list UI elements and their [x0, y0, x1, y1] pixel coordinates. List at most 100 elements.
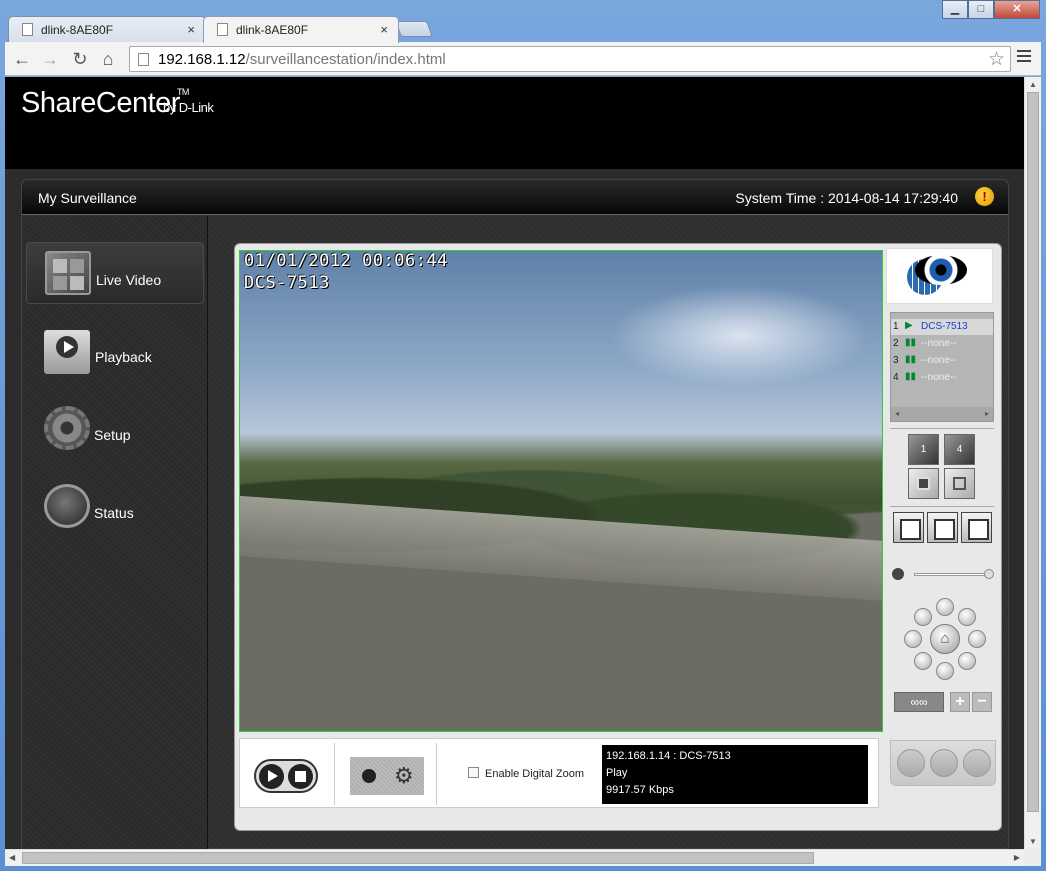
close-window-button[interactable]: ✕ [994, 0, 1040, 19]
ptz-up-button[interactable] [936, 598, 954, 616]
home-button[interactable]: ⌂ [97, 49, 119, 69]
scroll-left-icon[interactable]: ◀ [9, 853, 15, 862]
tab-title: dlink-8AE80F [41, 23, 114, 37]
save-button[interactable] [927, 512, 958, 543]
camera-list: 1 ▶ DCS-7513 2 ▮▮ --none-- 3 ▮▮ --none--… [890, 312, 994, 422]
zoom-in-button[interactable]: + [950, 692, 970, 712]
stream-bitrate: 9917.57 Kbps [606, 784, 674, 796]
page-viewport: ShareCenterTMby D-Link My Surveillance S… [5, 77, 1024, 849]
video-control-bar: ⚙ Enable Digital Zoom 192.168.1.14 : DCS… [239, 738, 879, 808]
url-path: /surveillancestation/index.html [245, 51, 446, 68]
horizontal-scrollbar[interactable]: ◀ ▶ [5, 849, 1024, 866]
fullscreen-button[interactable] [944, 468, 975, 499]
scroll-right-icon[interactable]: ▶ [1014, 853, 1020, 862]
eye-icon [915, 255, 967, 285]
sharecenter-logo: ShareCenterTMby D-Link [21, 87, 214, 119]
fit-icon [917, 477, 930, 490]
record-controls: ⚙ [350, 757, 424, 795]
record-button[interactable] [362, 769, 376, 783]
ptz-down-right-button[interactable] [958, 652, 976, 670]
sidebar-item-playback[interactable]: Playback [26, 320, 204, 382]
sidebar-item-status[interactable]: Status [26, 476, 204, 538]
pause-status-icon: ▮▮ [905, 354, 917, 365]
menu-icon[interactable] [1017, 50, 1031, 65]
layout-quad-button[interactable]: 4 [944, 434, 975, 465]
layout-single-button[interactable]: 1 [908, 434, 939, 465]
vertical-scrollbar[interactable]: ▲ ▼ [1024, 77, 1041, 849]
page-icon [22, 23, 33, 36]
list-item[interactable]: 1 ▶ DCS-7513 [891, 319, 993, 335]
share-button[interactable] [963, 749, 991, 777]
scroll-up-icon[interactable]: ▲ [1029, 80, 1037, 89]
new-tab-button[interactable] [395, 21, 433, 37]
ptz-down-left-button[interactable] [914, 652, 932, 670]
gear-icon [44, 406, 90, 450]
patrol-button[interactable] [897, 749, 925, 777]
playback-buttons [254, 759, 318, 793]
tab-active[interactable]: dlink-8AE80F × [203, 16, 399, 43]
stop-button[interactable] [288, 764, 313, 789]
volume-slider[interactable] [914, 573, 992, 576]
ptz-down-button[interactable] [936, 662, 954, 680]
swap-button[interactable] [961, 512, 992, 543]
page-icon [138, 53, 149, 66]
browser-window: dlink-8AE80F × dlink-8AE80F × ▁ □ ✕ ← → … [0, 0, 1046, 871]
list-item[interactable]: 3 ▮▮ --none-- [891, 353, 993, 369]
ptz-right-button[interactable] [968, 630, 986, 648]
volume-control [892, 568, 994, 582]
ptz-left-button[interactable] [904, 630, 922, 648]
ptz-home-button[interactable]: ⌂ [930, 624, 960, 654]
warning-icon[interactable]: ! [975, 187, 994, 206]
surveillance-panel: My Surveillance System Time : 2014-08-14… [21, 179, 1009, 849]
live-video-content: 01/01/2012 00:06:44 DCS-7513 ⚙ Enable Di… [234, 243, 1002, 831]
back-button[interactable]: ← [11, 49, 33, 69]
system-time: System Time : 2014-08-14 17:29:40 [735, 190, 958, 206]
list-item[interactable]: 2 ▮▮ --none-- [891, 336, 993, 352]
sidebar-item-label: Status [94, 505, 134, 521]
live-video-icon [45, 251, 91, 295]
play-button[interactable] [259, 764, 284, 789]
sidebar-item-live-video[interactable]: Live Video [26, 242, 204, 304]
sidebar-item-label: Live Video [96, 272, 162, 288]
maximize-button[interactable]: □ [968, 0, 994, 19]
scroll-down-icon[interactable]: ▼ [1029, 837, 1037, 846]
window-controls: ▁ □ ✕ [942, 0, 1040, 19]
pause-status-icon: ▮▮ [905, 371, 917, 382]
stream-info: 192.168.1.14 : DCS-7513 Play 9917.57 Kbp… [602, 745, 868, 804]
scroll-right-icon[interactable]: ▸ [985, 409, 989, 418]
url-host: 192.168.1.12 [158, 51, 246, 68]
volume-knob[interactable] [984, 569, 994, 579]
star-icon[interactable]: ☆ [988, 48, 1005, 71]
sidebar-item-label: Playback [95, 349, 152, 365]
binoculars-button[interactable]: ∞∞ [894, 692, 944, 712]
ptz-up-left-button[interactable] [914, 608, 932, 626]
camera-list-scrollbar[interactable]: ◂ ▸ [891, 407, 993, 421]
speaker-icon[interactable] [892, 568, 904, 580]
snapshot-button[interactable] [893, 512, 924, 543]
reload-button[interactable]: ↻ [69, 49, 91, 69]
address-bar[interactable]: 192.168.1.12/surveillancestation/index.h… [129, 46, 1011, 72]
minimize-button[interactable]: ▁ [942, 0, 968, 19]
path-button[interactable] [930, 749, 958, 777]
scroll-thumb[interactable] [22, 852, 814, 864]
panel-header: My Surveillance System Time : 2014-08-14… [22, 180, 1008, 215]
ptz-up-right-button[interactable] [958, 608, 976, 626]
video-feed[interactable]: 01/01/2012 00:06:44 DCS-7513 [239, 250, 883, 732]
checkbox[interactable] [468, 767, 479, 778]
sidebar-item-setup[interactable]: Setup [26, 398, 204, 460]
scroll-left-icon[interactable]: ◂ [895, 409, 899, 418]
tab-title: dlink-8AE80F [236, 23, 309, 37]
gear-icon[interactable]: ⚙ [394, 763, 414, 789]
forward-button[interactable]: → [39, 49, 61, 69]
scroll-thumb[interactable] [1027, 92, 1039, 812]
digital-zoom-checkbox[interactable]: Enable Digital Zoom [468, 767, 584, 780]
page-icon [217, 23, 228, 36]
fit-window-button[interactable] [908, 468, 939, 499]
camera-name: --none-- [921, 355, 957, 366]
list-item[interactable]: 4 ▮▮ --none-- [891, 370, 993, 386]
close-tab-icon[interactable]: × [380, 22, 388, 37]
tab-inactive[interactable]: dlink-8AE80F × [8, 16, 206, 43]
pause-status-icon: ▮▮ [905, 337, 917, 348]
zoom-out-button[interactable]: − [972, 692, 992, 712]
close-tab-icon[interactable]: × [187, 22, 195, 37]
